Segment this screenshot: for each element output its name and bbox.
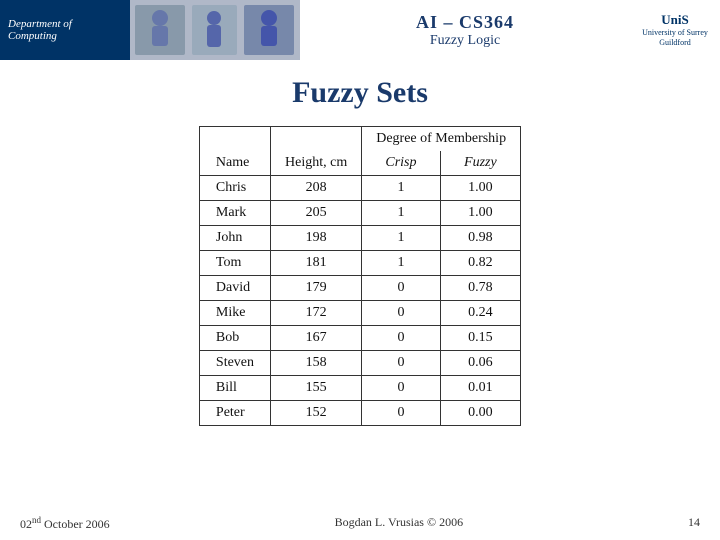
cell-height: 167 [271,326,362,351]
cell-crisp: 1 [362,226,440,251]
cell-name: Chris [199,176,270,201]
cell-crisp: 1 [362,201,440,226]
cell-fuzzy: 1.00 [440,176,520,201]
cell-height: 155 [271,376,362,401]
cell-height: 205 [271,201,362,226]
cell-fuzzy: 0.98 [440,226,520,251]
cell-height: 172 [271,301,362,326]
uni-subtitle: University of SurreyGuildford [642,28,708,47]
cell-name: Bob [199,326,270,351]
cell-name: Tom [199,251,270,276]
header: Department of Computing AI – CS364 Fuzzy… [0,0,720,60]
table-row: John19810.98 [199,226,520,251]
cell-fuzzy: 0.78 [440,276,520,301]
table-row: Tom18110.82 [199,251,520,276]
cell-name: Bill [199,376,270,401]
cell-fuzzy: 0.15 [440,326,520,351]
table-row: Bill15500.01 [199,376,520,401]
cell-crisp: 1 [362,251,440,276]
dept-label: Department of Computing [8,18,122,42]
table-row: Bob16700.15 [199,326,520,351]
cell-height: 158 [271,351,362,376]
table-row: Chris20811.00 [199,176,520,201]
footer-date: 02nd October 2006 [20,515,110,532]
col-fuzzy-header: Fuzzy [440,151,520,176]
cell-fuzzy: 0.00 [440,401,520,426]
header-title-area: AI – CS364 Fuzzy Logic [300,0,630,60]
cell-fuzzy: 0.01 [440,376,520,401]
cell-crisp: 0 [362,351,440,376]
main-content: Fuzzy Sets Name Height, cm Degree of Mem… [0,60,720,436]
page-title: Fuzzy Sets [40,76,680,110]
table-row: David17900.78 [199,276,520,301]
cell-name: Peter [199,401,270,426]
col-name-header: Name [199,127,270,176]
table-wrapper: Name Height, cm Degree of Membership Cri… [40,126,680,426]
cell-name: John [199,226,270,251]
cell-crisp: 1 [362,176,440,201]
col-dom-header: Degree of Membership [362,127,521,152]
uni-name: UniS [661,12,688,28]
cell-name: Mike [199,301,270,326]
cell-name: David [199,276,270,301]
uni-logo-area: UniS University of SurreyGuildford [630,0,720,60]
cell-crisp: 0 [362,301,440,326]
cell-height: 181 [271,251,362,276]
table-header-row-1: Name Height, cm Degree of Membership [199,127,520,152]
cell-fuzzy: 0.82 [440,251,520,276]
cell-height: 208 [271,176,362,201]
cell-crisp: 0 [362,376,440,401]
cell-crisp: 0 [362,326,440,351]
cell-height: 198 [271,226,362,251]
fuzzy-sets-table: Name Height, cm Degree of Membership Cri… [199,126,521,426]
table-body: Chris20811.00Mark20511.00John19810.98Tom… [199,176,520,426]
table-row: Peter15200.00 [199,401,520,426]
cell-crisp: 0 [362,276,440,301]
course-title: AI – CS364 [416,12,514,33]
cell-name: Steven [199,351,270,376]
cell-crisp: 0 [362,401,440,426]
photo-placeholder [130,0,300,60]
footer-author: Bogdan L. Vrusias © 2006 [335,515,464,532]
col-crisp-header: Crisp [362,151,440,176]
cell-fuzzy: 0.24 [440,301,520,326]
table-row: Mike17200.24 [199,301,520,326]
table-row: Steven15800.06 [199,351,520,376]
footer-page: 14 [688,515,700,532]
footer: 02nd October 2006 Bogdan L. Vrusias © 20… [0,515,720,532]
col-height-header: Height, cm [271,127,362,176]
cell-fuzzy: 1.00 [440,201,520,226]
cell-height: 152 [271,401,362,426]
cell-fuzzy: 0.06 [440,351,520,376]
table-row: Mark20511.00 [199,201,520,226]
cell-name: Mark [199,201,270,226]
course-subtitle: Fuzzy Logic [430,33,500,49]
header-photos [130,0,300,60]
dept-area: Department of Computing [0,0,130,60]
cell-height: 179 [271,276,362,301]
